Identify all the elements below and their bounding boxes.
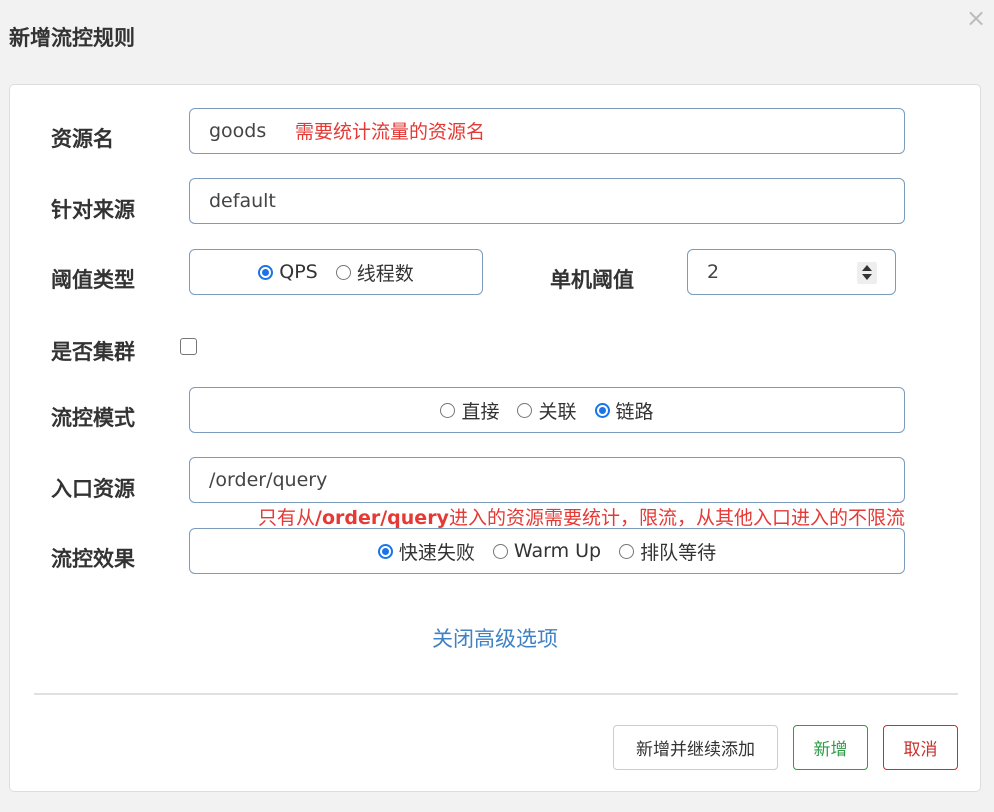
radio-thread-count-label: 线程数	[356, 262, 414, 285]
close-icon[interactable]: ×	[966, 6, 986, 30]
dialog-title: 新增流控规则	[9, 26, 135, 50]
radio-warm-up[interactable]: Warm Up	[492, 540, 602, 562]
ref-annotation-suffix: 进入的资源需要统计，限流，从其他入口进入的不限流	[448, 507, 905, 529]
radio-warm-up-label: Warm Up	[513, 540, 602, 562]
limit-app-label: 针对来源	[51, 198, 135, 222]
radio-chain-dot[interactable]	[594, 402, 610, 418]
control-behavior-label: 流控效果	[51, 547, 135, 571]
spinner-down-icon[interactable]	[862, 274, 872, 280]
radio-chain-label: 链路	[615, 400, 654, 423]
cluster-mode-checkbox[interactable]	[180, 338, 197, 355]
single-threshold-field[interactable]	[687, 249, 896, 295]
radio-direct[interactable]: 直接	[440, 397, 499, 424]
single-threshold-input[interactable]	[707, 250, 857, 294]
add-button[interactable]: 新增	[793, 725, 868, 770]
strategy-label: 流控模式	[51, 406, 135, 430]
strategy-group: 直接 关联 链路	[189, 387, 905, 433]
toggle-advanced-link[interactable]: 关闭高级选项	[10, 623, 980, 653]
threshold-type-label: 阈值类型	[51, 268, 135, 292]
radio-queue[interactable]: 排队等待	[619, 538, 716, 565]
radio-warm-up-dot[interactable]	[492, 543, 508, 559]
limit-app-input[interactable]	[209, 179, 869, 223]
resource-name-label: 资源名	[51, 127, 114, 151]
divider	[34, 693, 958, 695]
radio-qps-label: QPS	[279, 261, 318, 283]
number-spinner[interactable]	[857, 262, 877, 284]
ref-resource-input[interactable]	[209, 458, 869, 502]
radio-chain[interactable]: 链路	[594, 397, 654, 424]
control-behavior-group: 快速失败 Warm Up 排队等待	[189, 528, 905, 574]
radio-fast-fail-label: 快速失败	[398, 541, 475, 564]
limit-app-field[interactable]	[189, 178, 905, 224]
radio-thread-count-dot[interactable]	[335, 264, 351, 280]
ref-resource-field[interactable]	[189, 457, 905, 503]
form-panel: 资源名 需要统计流量的资源名 针对来源 阈值类型 QPS 线程数 单机阈值 是	[9, 84, 981, 792]
spinner-up-icon[interactable]	[862, 265, 872, 271]
radio-relate[interactable]: 关联	[517, 397, 577, 424]
ref-resource-label: 入口资源	[51, 477, 135, 501]
radio-direct-dot[interactable]	[440, 402, 456, 418]
radio-qps-dot[interactable]	[258, 264, 274, 280]
radio-direct-label: 直接	[461, 400, 500, 423]
ref-resource-annotation: 只有从/order/query进入的资源需要统计，限流，从其他入口进入的不限流	[258, 503, 905, 530]
single-threshold-label: 单机阈值	[550, 268, 634, 292]
ref-annotation-path: /order/query	[315, 507, 449, 529]
radio-relate-dot[interactable]	[517, 402, 533, 418]
cluster-mode-label: 是否集群	[51, 340, 135, 364]
radio-fast-fail[interactable]: 快速失败	[377, 538, 475, 565]
ref-annotation-prefix: 只有从	[258, 507, 316, 529]
radio-queue-label: 排队等待	[640, 541, 717, 564]
radio-qps[interactable]: QPS	[258, 261, 318, 283]
radio-relate-label: 关联	[538, 400, 577, 423]
radio-queue-dot[interactable]	[619, 543, 635, 559]
radio-thread-count[interactable]: 线程数	[335, 259, 414, 286]
add-and-continue-button[interactable]: 新增并继续添加	[613, 725, 778, 770]
radio-fast-fail-dot[interactable]	[377, 543, 393, 559]
cancel-button[interactable]: 取消	[883, 725, 958, 770]
threshold-type-group: QPS 线程数	[189, 249, 483, 295]
resource-name-annotation: 需要统计流量的资源名	[295, 121, 486, 143]
